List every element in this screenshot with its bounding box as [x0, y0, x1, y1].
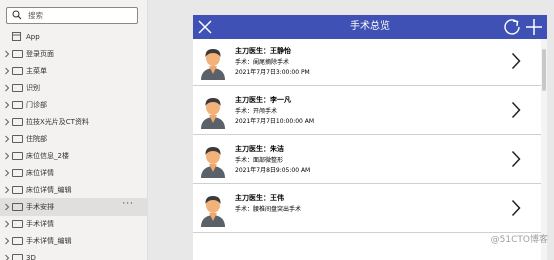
chevron-right-icon[interactable] — [4, 203, 10, 211]
tree-item-screen[interactable]: 床位详情_编辑 — [0, 181, 148, 199]
tree-item-screen[interactable]: 主菜单 — [0, 62, 148, 80]
screen-icon — [12, 101, 23, 109]
tree-item-label: 手术详情 — [26, 220, 54, 228]
doctor-name: 主刀医生：朱洁 — [235, 145, 284, 153]
tree-item-screen[interactable]: 床位详情 — [0, 164, 148, 182]
doctor-avatar — [201, 49, 225, 80]
tree-item-label: 手术详情_编辑 — [26, 237, 72, 245]
doctor-name: 主刀医生：李一凡 — [235, 96, 291, 104]
search-icon — [12, 10, 22, 20]
screen-icon — [12, 50, 23, 58]
chevron-right-icon[interactable] — [4, 152, 10, 160]
doctor-name: 主刀医生：王伟 — [235, 194, 284, 202]
more-options-button[interactable]: ··· — [122, 199, 134, 209]
screen-icon — [12, 186, 23, 194]
doctor-name: 主刀医生：王静怡 — [235, 47, 291, 55]
design-canvas: 手术总览 主刀医生：王静怡 手术：阑尾摘除手术 2021年7月7日3:00:00 P… — [148, 0, 554, 260]
tree-item-screen[interactable]: 住院部 — [0, 130, 148, 148]
chevron-right-icon[interactable] — [4, 67, 10, 75]
tree-item-label: 住院部 — [26, 135, 47, 143]
surgery-time: 2021年7月7日3:00:00 PM — [235, 69, 310, 76]
screen-icon — [12, 254, 23, 260]
screen-icon — [12, 118, 23, 126]
tree-item-screen[interactable]: 识别 — [0, 79, 148, 97]
screen-icon — [12, 237, 23, 245]
screen-icon — [12, 220, 23, 228]
add-icon[interactable] — [525, 18, 543, 36]
screen-icon — [12, 203, 23, 211]
surgery-name: 手术：阑尾摘除手术 — [235, 59, 290, 66]
tree-item-screen[interactable]: 手术详情_编辑 — [0, 232, 148, 250]
surgery-card[interactable]: 主刀医生：王伟手术：腰椎间盘突出手术 — [193, 186, 541, 233]
tree-item-label: 主菜单 — [26, 67, 47, 75]
surgery-gallery: 主刀医生：王静怡 手术：阑尾摘除手术 2021年7月7日3:00:00 PM 主刀医生… — [193, 39, 547, 260]
chevron-right-icon[interactable] — [4, 169, 10, 177]
tree-item-screen[interactable]: 床位信息_2楼 — [0, 147, 148, 165]
surgery-time: 2021年7月8日9:05:00 AM — [235, 167, 311, 174]
chevron-right-icon[interactable] — [511, 150, 521, 168]
scrollbar-thumb[interactable] — [542, 49, 546, 91]
search-input[interactable]: 搜索 — [6, 7, 138, 24]
tree-item-screen[interactable]: 3D — [0, 249, 148, 260]
tree-item-label: 手术安排 — [26, 203, 54, 211]
refresh-icon[interactable] — [503, 18, 521, 36]
tree-item-label: 3D — [26, 254, 36, 260]
chevron-right-icon[interactable] — [511, 52, 521, 70]
tree-item-screen[interactable]: 登录页面 — [0, 45, 148, 63]
surgery-card[interactable]: 主刀医生：朱洁 手术：面部微整形 2021年7月8日9:05:00 AM — [193, 137, 541, 184]
chevron-right-icon[interactable] — [4, 220, 10, 228]
tree-view-panel: 搜索 App 登录页面主菜单识别门诊部拉技X光片及CT资料 住院部床位信息_2楼床… — [0, 0, 148, 260]
chevron-right-icon[interactable] — [4, 118, 10, 126]
tree-item-screen[interactable]: 手术详情 — [0, 215, 148, 233]
screen-surgery-overview: 手术总览 主刀医生：王静怡 手术：阑尾摘除手术 2021年7月7日3:00:00 P… — [193, 15, 547, 260]
chevron-right-icon[interactable] — [4, 84, 10, 92]
screen-icon — [12, 152, 23, 160]
tree-item-label: 床位信息_2楼 — [26, 152, 69, 160]
tree-item-label: 床位详情_编辑 — [26, 186, 72, 194]
doctor-avatar — [201, 147, 225, 178]
screen-icon — [12, 169, 23, 177]
screen-icon — [12, 67, 23, 75]
watermark: @51CTO博客 — [490, 235, 548, 245]
surgery-name: 手术：面部微整形 — [235, 157, 284, 164]
chevron-right-icon[interactable] — [4, 101, 10, 109]
chevron-right-icon[interactable] — [4, 186, 10, 194]
tree-item-label: App — [26, 33, 40, 41]
gallery-scrollbar[interactable] — [541, 39, 547, 260]
app-icon — [12, 32, 21, 41]
surgery-name: 手术：开颅手术 — [235, 108, 278, 115]
doctor-avatar — [201, 98, 225, 129]
page-title: 手术总览 — [350, 21, 390, 32]
screen-icon — [12, 84, 23, 92]
chevron-right-icon[interactable] — [4, 237, 10, 245]
doctor-avatar — [201, 196, 225, 227]
chevron-right-icon[interactable] — [4, 254, 10, 260]
surgery-name: 手术：腰椎间盘突出手术 — [235, 206, 302, 213]
search-placeholder: 搜索 — [28, 11, 43, 20]
screen-icon — [12, 135, 23, 143]
chevron-right-icon[interactable] — [4, 135, 10, 143]
tree-item-app[interactable]: App — [0, 28, 148, 46]
chevron-right-icon[interactable] — [511, 199, 521, 217]
tree-item-screen[interactable]: 手术安排 ··· — [0, 198, 148, 216]
surgery-card[interactable]: 主刀医生：王静怡 手术：阑尾摘除手术 2021年7月7日3:00:00 PM — [193, 39, 541, 86]
chevron-right-icon[interactable] — [511, 101, 521, 119]
tree-item-label: 识别 — [26, 84, 40, 92]
tree-item-label: 拉技X光片及CT资料 — [26, 118, 89, 126]
tree-item-label: 登录页面 — [26, 50, 54, 58]
tree-item-screen[interactable]: 拉技X光片及CT资料 — [0, 113, 148, 131]
surgery-time: 2021年7月7日10:00:00 AM — [235, 118, 315, 125]
surgery-card[interactable]: 主刀医生：李一凡 手术：开颅手术 2021年7月7日10:00:00 AM — [193, 88, 541, 135]
tree-item-label: 床位详情 — [26, 169, 54, 177]
tree-item-label: 门诊部 — [26, 101, 47, 109]
tree-item-screen[interactable]: 门诊部 — [0, 96, 148, 114]
chevron-right-icon[interactable] — [4, 50, 10, 58]
title-bar: 手术总览 — [193, 15, 547, 39]
